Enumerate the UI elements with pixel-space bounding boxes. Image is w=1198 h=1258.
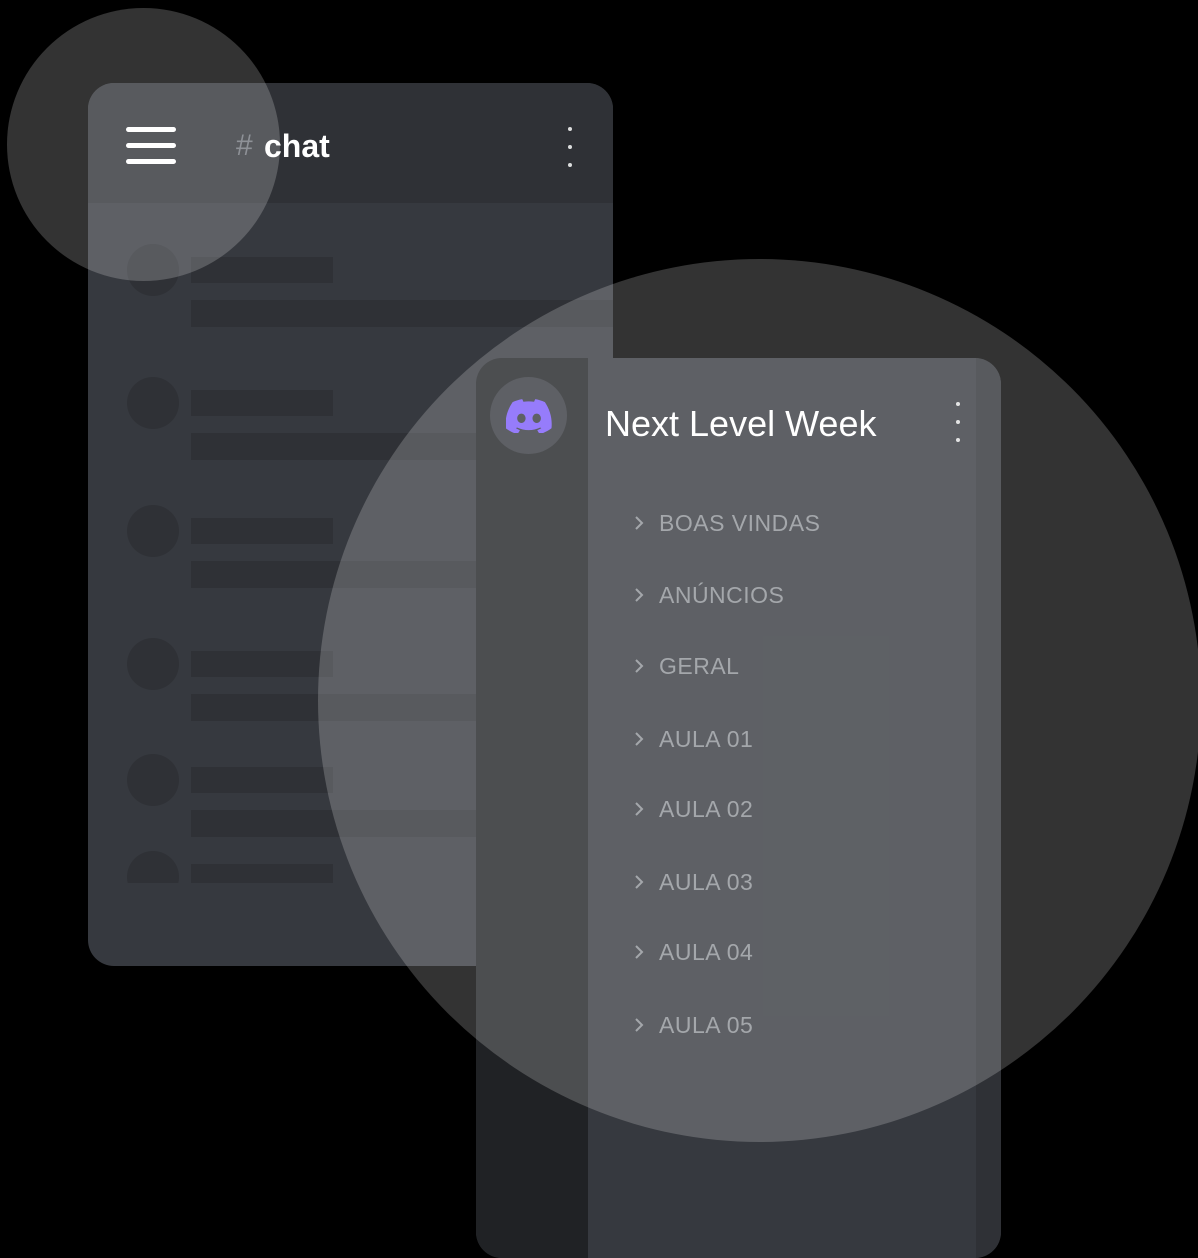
category-anuncios[interactable]: ANÚNCIOS xyxy=(632,580,784,610)
hamburger-menu-icon[interactable] xyxy=(126,127,176,165)
more-options-icon[interactable] xyxy=(567,127,573,169)
message-author-placeholder xyxy=(191,651,333,677)
category-aula-02[interactable]: AULA 02 xyxy=(632,794,753,824)
chevron-right-icon xyxy=(635,802,644,816)
category-label: AULA 04 xyxy=(659,938,754,965)
avatar xyxy=(127,377,179,429)
message-author-placeholder xyxy=(191,767,333,793)
category-boas-vindas[interactable]: BOAS VINDAS xyxy=(632,508,820,538)
chevron-right-icon xyxy=(635,945,644,959)
category-aula-04[interactable]: AULA 04 xyxy=(632,937,753,967)
category-aula-05[interactable]: AULA 05 xyxy=(632,1010,753,1040)
server-screen: Next Level Week BOAS VINDAS ANÚNCIOS GER… xyxy=(476,358,1001,1258)
category-aula-01[interactable]: AULA 01 xyxy=(632,724,753,754)
panel-edge xyxy=(976,358,1001,1258)
chevron-right-icon xyxy=(635,875,644,889)
chevron-right-icon xyxy=(635,516,644,530)
avatar xyxy=(127,244,179,296)
category-label: AULA 05 xyxy=(659,1011,754,1038)
avatar xyxy=(127,505,179,557)
chevron-right-icon xyxy=(635,659,644,673)
category-label: AULA 03 xyxy=(659,868,754,895)
message-author-placeholder xyxy=(191,518,333,544)
chat-header: # chat xyxy=(88,83,613,203)
server-options-icon[interactable] xyxy=(955,402,961,444)
server-button[interactable] xyxy=(490,377,567,454)
channel-hash-icon: # xyxy=(236,129,253,162)
category-label: BOAS VINDAS xyxy=(659,509,821,536)
channel-title: chat xyxy=(264,128,330,164)
chevron-right-icon xyxy=(635,588,644,602)
chevron-right-icon xyxy=(635,732,644,746)
chevron-right-icon xyxy=(635,1018,644,1032)
category-geral[interactable]: GERAL xyxy=(632,651,739,681)
message-author-placeholder xyxy=(191,864,333,883)
avatar xyxy=(127,851,179,883)
message-text-placeholder xyxy=(191,300,613,327)
category-label: ANÚNCIOS xyxy=(659,581,785,608)
message-author-placeholder xyxy=(191,257,333,283)
discord-logo-icon xyxy=(506,399,552,433)
server-list xyxy=(476,358,588,1258)
category-aula-03[interactable]: AULA 03 xyxy=(632,867,753,897)
channel-list: Next Level Week BOAS VINDAS ANÚNCIOS GER… xyxy=(588,358,976,1258)
category-label: AULA 02 xyxy=(659,795,754,822)
avatar xyxy=(127,638,179,690)
message-author-placeholder xyxy=(191,390,333,416)
category-label: GERAL xyxy=(659,652,740,679)
avatar xyxy=(127,754,179,806)
category-label: AULA 01 xyxy=(659,725,754,752)
server-title: Next Level Week xyxy=(605,403,877,444)
